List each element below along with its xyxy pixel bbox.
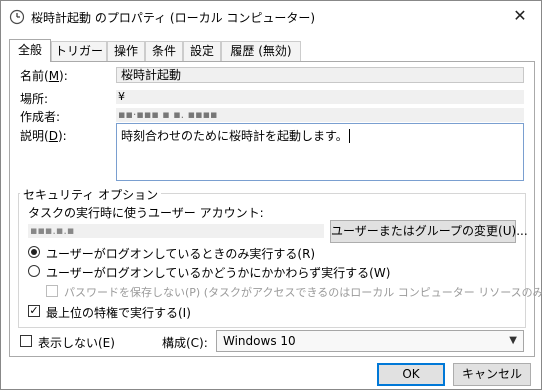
security-group-title: セキュリティ オプション bbox=[20, 186, 162, 203]
config-select[interactable]: Windows 10 ▼ bbox=[216, 330, 524, 352]
radio-logged-on-or-not[interactable] bbox=[28, 265, 40, 277]
cancel-button[interactable]: キャンセル bbox=[453, 363, 531, 386]
tab-label: 設定 bbox=[189, 44, 214, 58]
hidden-checkbox[interactable] bbox=[20, 335, 32, 347]
tab-label: 履歴 (無効) bbox=[230, 44, 292, 58]
general-panel: 名前(M): 桜時計起動 場所: ¥ 作成者: ▪▪·▪▪▪ ▪ ▪. ▪▪▪▪… bbox=[9, 61, 542, 357]
tab-triggers[interactable]: トリガー bbox=[51, 41, 107, 61]
location-label: 場所: bbox=[20, 92, 49, 106]
task-properties-dialog: 桜時計起動 のプロパティ (ローカル コンピューター) ✕ 全般 トリガー 操作… bbox=[0, 0, 542, 390]
change-user-button[interactable]: ユーザーまたはグループの変更(U)... bbox=[330, 220, 528, 243]
tab-general[interactable]: 全般 bbox=[9, 39, 51, 62]
hidden-label[interactable]: 表示しない(E) bbox=[38, 334, 115, 351]
account-prompt: タスクの実行時に使うユーザー アカウント: bbox=[28, 206, 264, 220]
window-title: 桜時計起動 のプロパティ (ローカル コンピューター) bbox=[31, 11, 316, 25]
title-bar: 桜時計起動 のプロパティ (ローカル コンピューター) ✕ bbox=[1, 1, 541, 32]
location-value: ¥ bbox=[116, 90, 524, 104]
ok-button[interactable]: OK bbox=[377, 363, 445, 386]
tab-history[interactable]: 履歴 (無効) bbox=[221, 41, 301, 61]
config-value: Windows 10 bbox=[223, 334, 296, 348]
description-label: 説明(D): bbox=[20, 129, 67, 143]
clock-icon bbox=[9, 9, 25, 25]
highest-privileges-checkbox[interactable]: ✓ bbox=[28, 305, 40, 317]
no-store-password-checkbox[interactable] bbox=[46, 285, 58, 297]
description-text: 時刻合わせのために桜時計を起動します。 bbox=[121, 129, 348, 143]
description-textarea[interactable]: 時刻合わせのために桜時計を起動します。 bbox=[116, 123, 524, 181]
chevron-down-icon: ▼ bbox=[509, 335, 517, 346]
name-field[interactable]: 桜時計起動 bbox=[116, 67, 524, 83]
radio-always-label[interactable]: ユーザーがログオンしているかどうかにかかわらず実行する(W) bbox=[46, 264, 390, 281]
text-cursor bbox=[348, 129, 354, 143]
author-label: 作成者: bbox=[20, 110, 61, 124]
tab-label: 操作 bbox=[113, 44, 138, 58]
tab-label: トリガー bbox=[54, 44, 103, 58]
name-label: 名前(M): bbox=[20, 69, 68, 83]
close-button[interactable]: ✕ bbox=[507, 5, 533, 27]
close-icon: ✕ bbox=[513, 6, 527, 25]
tab-label: 条件 bbox=[151, 44, 176, 58]
tab-actions[interactable]: 操作 bbox=[107, 41, 145, 61]
tab-settings[interactable]: 設定 bbox=[183, 41, 221, 61]
author-value: ▪▪·▪▪▪ ▪ ▪. ▪▪▪▪ bbox=[116, 108, 524, 122]
tab-label: 全般 bbox=[17, 43, 42, 57]
radio-logged-on-only[interactable] bbox=[28, 246, 40, 258]
highest-privileges-label[interactable]: 最上位の特権で実行する(I) bbox=[46, 304, 191, 321]
tab-conditions[interactable]: 条件 bbox=[145, 41, 183, 61]
account-value: ▪▪▪.▪.▪ bbox=[28, 224, 324, 238]
config-label: 構成(C): bbox=[162, 336, 208, 350]
no-store-password-label[interactable]: パスワードを保存しない(P) (タスクがアクセスできるのはローカル コンピュータ… bbox=[64, 284, 542, 300]
radio-logged-on-label[interactable]: ユーザーがログオンしているときのみ実行する(R) bbox=[46, 245, 315, 262]
